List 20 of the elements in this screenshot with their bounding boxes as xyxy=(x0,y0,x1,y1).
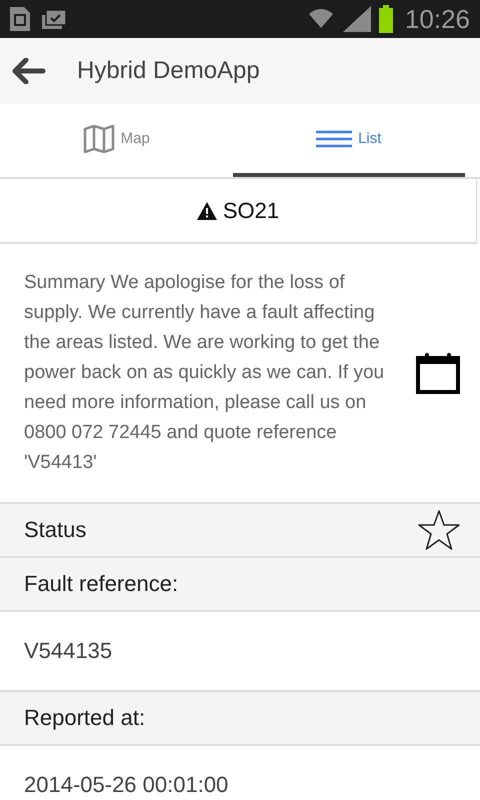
warning-icon xyxy=(196,202,217,220)
battery-icon xyxy=(378,5,393,33)
calendar-icon[interactable] xyxy=(416,352,460,394)
field-value: 2014-05-26 00:01:00 xyxy=(24,772,228,798)
field-label: Reported at: xyxy=(24,705,146,731)
star-icon[interactable] xyxy=(418,510,460,550)
sim-card-icon xyxy=(8,6,32,32)
clock: 10:26 xyxy=(404,4,470,34)
list-icon xyxy=(316,130,352,148)
heading-title: SO21 xyxy=(222,198,280,224)
field-label: Status xyxy=(24,517,86,543)
back-arrow-icon[interactable] xyxy=(12,58,46,84)
summary-text: Summary We apologise for the loss of supply. We currently have a fault affecting the areas listed. We are working to get the power back on as quickly as we can. If you need more information, please call us on 0800 072 72445 and quote reference 'V54413' xyxy=(24,271,386,475)
field-label: Fault reference: xyxy=(24,571,178,597)
tab[interactable]: List xyxy=(232,104,465,177)
map-icon xyxy=(82,124,115,152)
app-title: Hybrid DemoApp xyxy=(77,57,260,85)
tab[interactable]: Map xyxy=(0,104,232,177)
field-value: V544135 xyxy=(24,638,112,664)
signal-icon xyxy=(342,6,371,32)
